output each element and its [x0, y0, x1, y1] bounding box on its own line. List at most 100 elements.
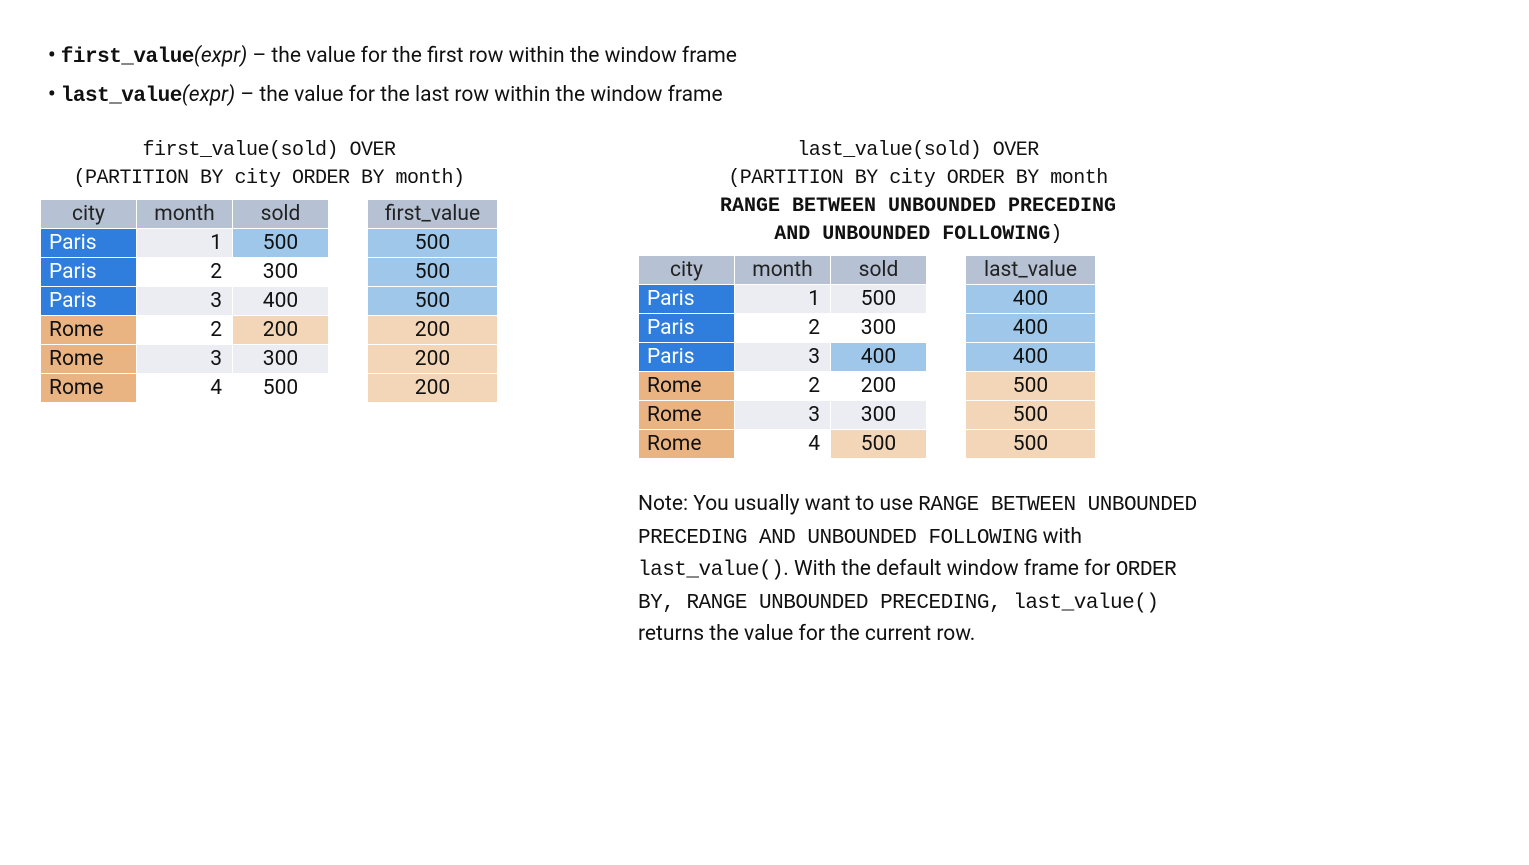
- cell-value: 500: [368, 287, 498, 316]
- col-value: first_value: [368, 200, 498, 229]
- cell-month: 3: [735, 343, 831, 372]
- cell-month: 2: [735, 372, 831, 401]
- function-arg: (expr): [194, 44, 247, 68]
- cell-value: 500: [368, 258, 498, 287]
- function-desc: – the value for the last row within the …: [235, 83, 722, 107]
- cell-value: 400: [966, 343, 1096, 372]
- table-header-row: city month sold: [639, 256, 927, 285]
- cell-month: 2: [735, 314, 831, 343]
- table-row: Paris1500: [639, 285, 927, 314]
- cell-city: Paris: [639, 314, 735, 343]
- caption-line-emph: RANGE BETWEEN UNBOUNDED PRECEDING: [720, 195, 1116, 218]
- sql-caption: first_value(sold) OVER (PARTITION BY cit…: [40, 137, 498, 193]
- cell-month: 1: [735, 285, 831, 314]
- cell-value: 400: [966, 314, 1096, 343]
- note-text: ,: [989, 592, 1013, 615]
- cell-value: 200: [368, 374, 498, 403]
- table-row: 400: [966, 314, 1096, 343]
- note-text: Note: You usually want to use: [638, 492, 918, 516]
- definition-item: last_value(expr) – the value for the las…: [48, 79, 1489, 114]
- table-row: 500: [368, 258, 498, 287]
- table-header-row: last_value: [966, 256, 1096, 285]
- result-table: last_value 400400400500500500: [965, 255, 1096, 459]
- cell-month: 2: [137, 258, 233, 287]
- cell-sold: 300: [831, 401, 927, 430]
- caption-line: (PARTITION BY city ORDER BY month: [728, 167, 1108, 190]
- caption-line: ): [1050, 223, 1062, 246]
- cell-month: 3: [137, 287, 233, 316]
- cell-sold: 500: [831, 430, 927, 459]
- cell-city: Paris: [639, 343, 735, 372]
- table-header-row: city month sold: [41, 200, 329, 229]
- cell-sold: 300: [233, 345, 329, 374]
- table-row: 200: [368, 374, 498, 403]
- table-row: Rome2200: [639, 372, 927, 401]
- table-row: 500: [966, 372, 1096, 401]
- note-paragraph: Note: You usually want to use RANGE BETW…: [638, 489, 1198, 649]
- first-value-example: first_value(sold) OVER (PARTITION BY cit…: [40, 137, 498, 403]
- result-table: first_value 500500500200200200: [367, 199, 498, 403]
- table-row: 500: [368, 229, 498, 258]
- sql-caption: last_value(sold) OVER (PARTITION BY city…: [638, 137, 1198, 249]
- col-month: month: [735, 256, 831, 285]
- table-row: Paris2300: [41, 258, 329, 287]
- input-table: city month sold Paris1500Paris2300Paris3…: [40, 199, 329, 403]
- table-row: Rome3300: [41, 345, 329, 374]
- col-value: last_value: [966, 256, 1096, 285]
- col-sold: sold: [233, 200, 329, 229]
- cell-sold: 400: [233, 287, 329, 316]
- definition-item: first_value(expr) – the value for the fi…: [48, 40, 1489, 75]
- note-text: with: [1037, 525, 1082, 549]
- note-text: ,: [662, 592, 686, 615]
- cell-value: 500: [966, 430, 1096, 459]
- caption-line: last_value(sold) OVER: [797, 139, 1039, 162]
- cell-value: 200: [368, 345, 498, 374]
- cell-value: 500: [966, 372, 1096, 401]
- cell-sold: 500: [831, 285, 927, 314]
- cell-city: Paris: [41, 229, 137, 258]
- cell-city: Paris: [639, 285, 735, 314]
- table-row: Paris2300: [639, 314, 927, 343]
- cell-city: Rome: [41, 345, 137, 374]
- table-row: Rome2200: [41, 316, 329, 345]
- function-desc: – the value for the first row within the…: [247, 44, 737, 68]
- caption-line: (PARTITION BY city ORDER BY month): [73, 167, 464, 190]
- note-code: RANGE UNBOUNDED PRECEDING: [686, 592, 989, 615]
- table-row: 200: [368, 345, 498, 374]
- table-row: Paris1500: [41, 229, 329, 258]
- cell-sold: 400: [831, 343, 927, 372]
- col-sold: sold: [831, 256, 927, 285]
- cell-city: Paris: [41, 258, 137, 287]
- cell-city: Rome: [639, 401, 735, 430]
- table-row: 200: [368, 316, 498, 345]
- table-row: 400: [966, 285, 1096, 314]
- cell-month: 3: [137, 345, 233, 374]
- note-code: last_value(): [1013, 592, 1158, 615]
- col-month: month: [137, 200, 233, 229]
- definition-list: first_value(expr) – the value for the fi…: [48, 40, 1489, 113]
- table-row: Paris3400: [41, 287, 329, 316]
- table-row: Rome4500: [41, 374, 329, 403]
- caption-line: first_value(sold) OVER: [142, 139, 395, 162]
- cell-city: Rome: [639, 430, 735, 459]
- cell-city: Rome: [41, 374, 137, 403]
- cell-city: Rome: [41, 316, 137, 345]
- col-city: city: [41, 200, 137, 229]
- note-code: last_value(): [638, 559, 783, 582]
- table-row: Rome4500: [639, 430, 927, 459]
- table-row: 500: [368, 287, 498, 316]
- cell-month: 2: [137, 316, 233, 345]
- cell-value: 500: [368, 229, 498, 258]
- cell-month: 1: [137, 229, 233, 258]
- function-arg: (expr): [182, 83, 235, 107]
- note-text: . With the default window frame for: [783, 557, 1115, 581]
- function-name: last_value: [61, 85, 182, 108]
- input-table: city month sold Paris1500Paris2300Paris3…: [638, 255, 927, 459]
- cell-value: 500: [966, 401, 1096, 430]
- last-value-example: last_value(sold) OVER (PARTITION BY city…: [638, 137, 1198, 649]
- cell-sold: 300: [831, 314, 927, 343]
- note-text: returns the value for the current row.: [638, 622, 975, 646]
- cell-month: 4: [735, 430, 831, 459]
- cell-sold: 500: [233, 374, 329, 403]
- cell-month: 3: [735, 401, 831, 430]
